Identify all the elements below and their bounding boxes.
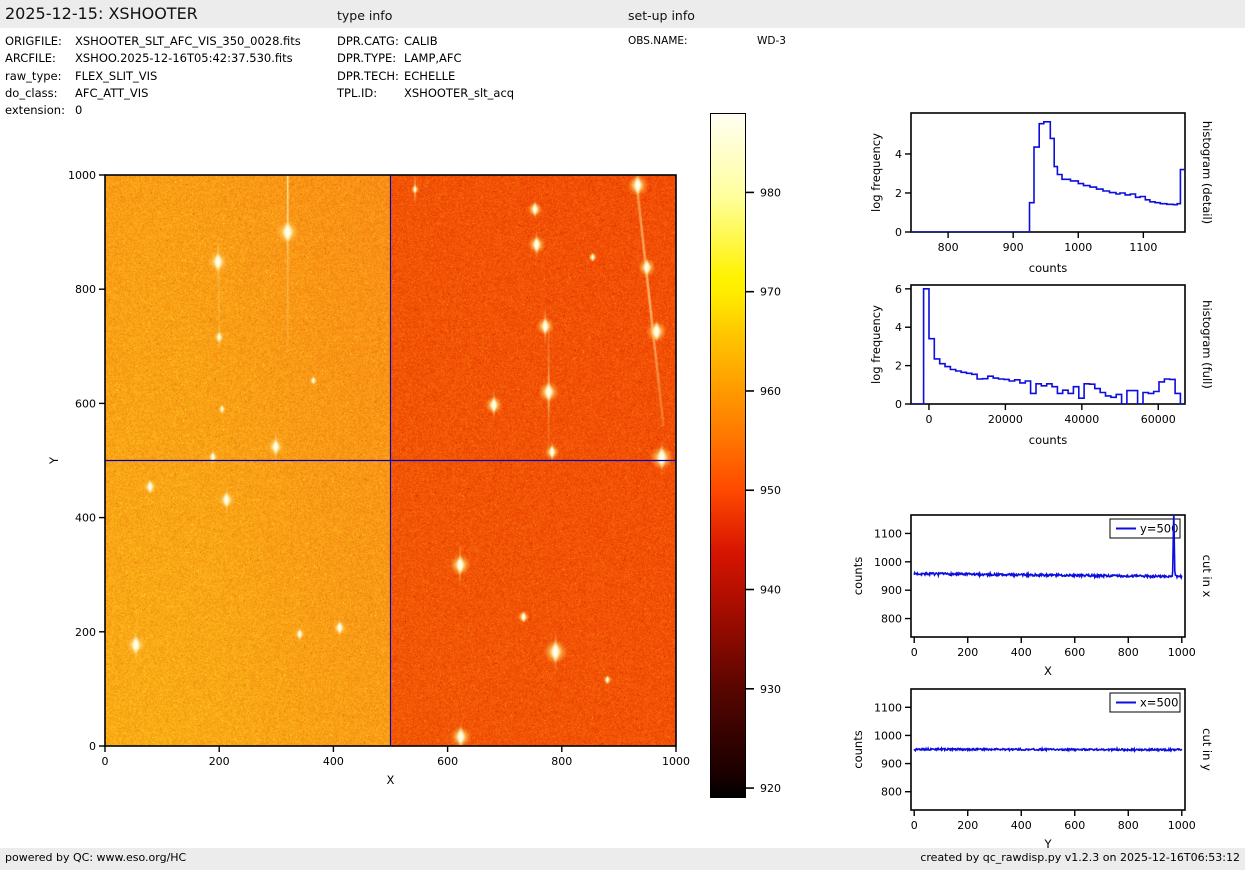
cut-x-plot: 0 200 400 600 800 1000 800 900 1000 1100 Xcounts cu…	[851, 510, 1214, 678]
svg-text:800: 800	[75, 283, 96, 296]
svg-text:900: 900	[881, 584, 902, 597]
crosshair-lines	[105, 175, 676, 746]
svg-text:log frequency: log frequency	[869, 305, 883, 384]
svg-text:2: 2	[895, 187, 902, 200]
svg-text:0: 0	[89, 740, 96, 753]
svg-text:800: 800	[881, 786, 902, 799]
svg-text:20000: 20000	[988, 413, 1023, 426]
svg-text:histogram (detail): histogram (detail)	[1200, 121, 1214, 224]
qc-report-page: 2025-12-15: XSHOOTER type info set-up in…	[0, 0, 1245, 870]
svg-text:800: 800	[1118, 646, 1139, 659]
colorbar-ticks: 980 970 960 950 940 930 920	[746, 186, 781, 795]
svg-text:6: 6	[895, 283, 902, 296]
svg-text:Y: Y	[47, 456, 61, 465]
svg-text:970: 970	[760, 286, 781, 299]
svg-text:800: 800	[551, 755, 572, 768]
svg-text:1100: 1100	[874, 701, 902, 714]
svg-text:counts: counts	[851, 557, 865, 595]
svg-text:1000: 1000	[874, 556, 902, 569]
svg-text:cut in x: cut in x	[1200, 555, 1214, 598]
svg-text:940: 940	[760, 584, 781, 597]
svg-text:200: 200	[957, 819, 978, 832]
svg-text:600: 600	[437, 755, 458, 768]
hist-detail-plot: 800 900 1000 1100 0 2 4 counts log frequency hist…	[869, 113, 1214, 275]
svg-text:930: 930	[760, 683, 781, 696]
svg-text:X: X	[1044, 664, 1052, 678]
svg-text:400: 400	[75, 512, 96, 525]
svg-text:log frequency: log frequency	[869, 133, 883, 212]
svg-text:1100: 1100	[1129, 241, 1157, 254]
svg-text:60000: 60000	[1141, 413, 1176, 426]
svg-text:400: 400	[1011, 646, 1032, 659]
svg-text:800: 800	[938, 241, 959, 254]
svg-text:1000: 1000	[874, 729, 902, 742]
svg-text:1100: 1100	[874, 527, 902, 540]
svg-text:200: 200	[75, 626, 96, 639]
main-image-axes: 0 200 400 600 800 1000 0 200 400 600 800 1000 X Y	[47, 169, 690, 787]
svg-text:900: 900	[881, 758, 902, 771]
svg-text:800: 800	[881, 613, 902, 626]
svg-text:900: 900	[1003, 241, 1024, 254]
cut-y-plot: 0 200 400 600 800 1000 800 900 1000 1100 Ycounts cu…	[851, 689, 1214, 851]
svg-text:1000: 1000	[1064, 241, 1092, 254]
svg-text:950: 950	[760, 484, 781, 497]
svg-text:0: 0	[911, 646, 918, 659]
svg-text:980: 980	[760, 186, 781, 199]
svg-text:X: X	[387, 773, 395, 787]
svg-text:600: 600	[1064, 646, 1085, 659]
svg-text:400: 400	[1011, 819, 1032, 832]
legend: y=500	[1110, 519, 1180, 538]
svg-text:counts: counts	[1029, 433, 1067, 447]
svg-text:counts: counts	[1029, 261, 1067, 275]
svg-text:cut in y: cut in y	[1200, 728, 1214, 771]
svg-text:1000: 1000	[1168, 819, 1196, 832]
svg-text:Y: Y	[1043, 837, 1052, 851]
legend: x=500	[1110, 693, 1180, 712]
svg-text:0: 0	[895, 226, 902, 239]
svg-text:200: 200	[957, 646, 978, 659]
svg-text:200: 200	[209, 755, 230, 768]
svg-text:920: 920	[760, 782, 781, 795]
svg-text:counts: counts	[851, 730, 865, 768]
svg-text:1000: 1000	[68, 169, 96, 182]
svg-text:0: 0	[925, 413, 932, 426]
svg-text:400: 400	[323, 755, 344, 768]
svg-text:4: 4	[895, 148, 902, 161]
hist-full-plot: 0 20000 40000 60000 0 2 4 6 counts log frequency h…	[869, 283, 1214, 447]
svg-text:0: 0	[911, 819, 918, 832]
svg-text:960: 960	[760, 385, 781, 398]
svg-text:800: 800	[1118, 819, 1139, 832]
svg-text:4: 4	[895, 321, 902, 334]
svg-text:0: 0	[895, 398, 902, 411]
svg-text:600: 600	[75, 397, 96, 410]
svg-text:1000: 1000	[662, 755, 690, 768]
svg-text:600: 600	[1064, 819, 1085, 832]
svg-text:0: 0	[102, 755, 109, 768]
figure-plots-svg: 800 900 1000 1100 0 2 4 counts log frequency hist…	[0, 0, 1245, 870]
svg-text:40000: 40000	[1064, 413, 1099, 426]
svg-text:histogram (full): histogram (full)	[1200, 300, 1214, 389]
svg-text:1000: 1000	[1168, 646, 1196, 659]
svg-text:2: 2	[895, 360, 902, 373]
svg-text:x=500: x=500	[1140, 696, 1178, 710]
